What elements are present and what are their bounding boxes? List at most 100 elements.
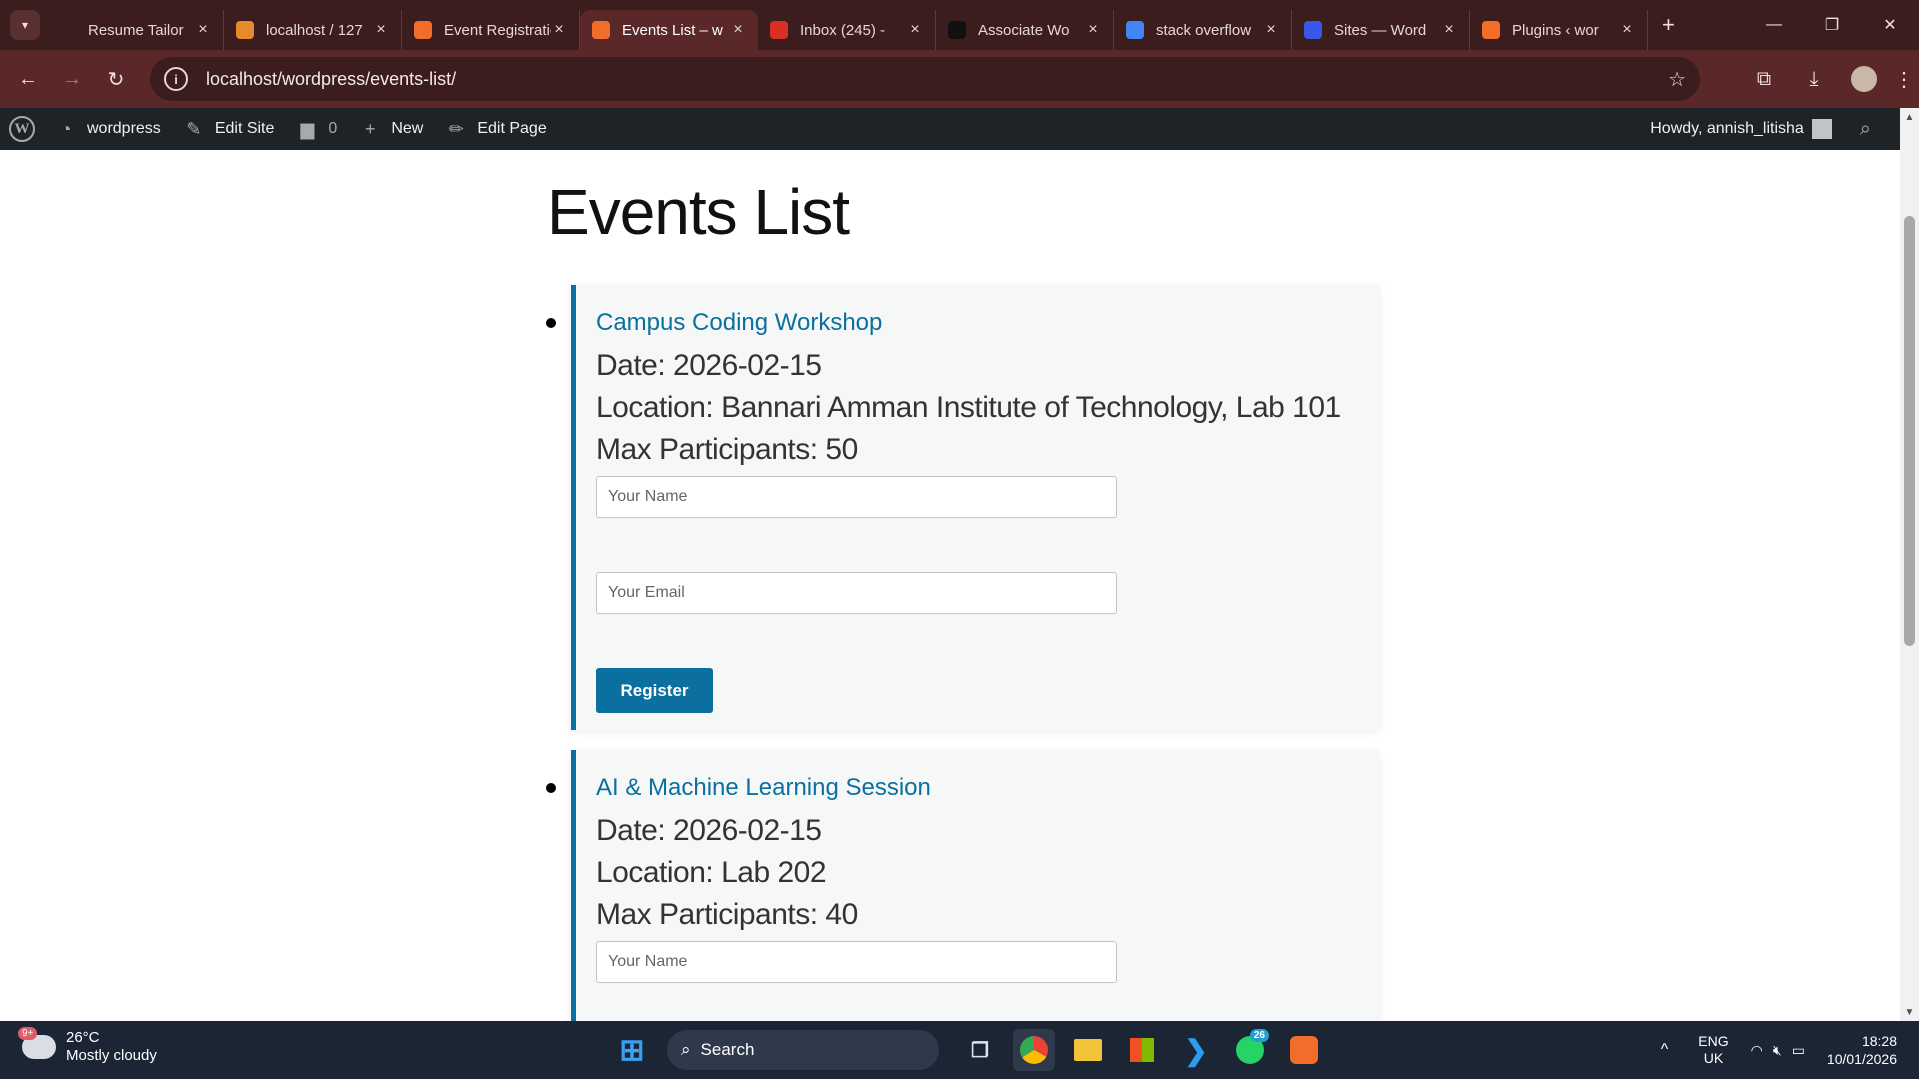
task-view-icon[interactable]: ❐ <box>959 1029 1001 1071</box>
windows-start-icon[interactable]: ⊞ <box>611 1029 653 1071</box>
email-input[interactable] <box>596 572 1117 614</box>
clock[interactable]: 18:28 10/01/2026 <box>1827 1032 1897 1068</box>
menu-icon[interactable]: ⋮ <box>1889 67 1919 92</box>
browser-tab[interactable]: Inbox (245) - × <box>758 10 936 50</box>
close-tab-icon[interactable]: × <box>730 21 746 39</box>
bookmark-star-icon[interactable]: ☆ <box>1668 67 1686 92</box>
new-tab-button[interactable]: + <box>1662 12 1675 38</box>
xampp-icon <box>414 21 432 39</box>
event-max-participants: Max Participants: 50 <box>596 433 858 466</box>
close-tab-icon[interactable]: × <box>195 21 211 39</box>
user-avatar[interactable] <box>1811 119 1832 139</box>
pencil-icon: ✏ <box>448 118 464 139</box>
google-icon <box>1126 21 1144 39</box>
close-tab-icon[interactable]: × <box>1619 21 1635 39</box>
event-card: AI & Machine Learning Session Date: 2026… <box>571 750 1379 1021</box>
clock-time: 18:28 <box>1861 1033 1897 1049</box>
site-info-icon[interactable]: i <box>164 67 188 91</box>
scroll-thumb[interactable] <box>1904 216 1915 646</box>
browser-tab[interactable]: Plugins ‹ wor × <box>1470 10 1648 50</box>
weather-desc: Mostly cloudy <box>66 1047 157 1064</box>
comment-icon: ▆ <box>300 118 315 139</box>
search-icon: ⌕ <box>681 1040 691 1059</box>
list-bullet <box>546 318 556 328</box>
new-label: New <box>391 120 424 137</box>
rt-icon <box>948 21 966 39</box>
browser-tab[interactable]: localhost / 127 × <box>224 10 402 50</box>
browser-tab[interactable]: Event Registration× <box>402 10 580 50</box>
chrome-icon[interactable] <box>1013 1029 1055 1071</box>
xampp-icon <box>592 21 610 39</box>
howdy-user-link[interactable]: Howdy, annish_litisha <box>1650 120 1804 138</box>
site-name-link[interactable]: ◔ wordpress <box>55 118 161 140</box>
forward-button[interactable]: → <box>50 57 94 101</box>
event-max-participants: Max Participants: 40 <box>596 898 858 931</box>
taskbar-search[interactable]: ⌕ Search <box>667 1030 939 1070</box>
wifi-icon[interactable]: ◠ <box>1751 1042 1763 1059</box>
toolbar-actions: ⧉ ⤓ ⋮ <box>1739 50 1919 108</box>
browser-toolbar: ← → ↻ i localhost/wordpress/events-list/… <box>0 50 1919 108</box>
name-input[interactable] <box>596 941 1117 983</box>
vscode-icon[interactable]: ❯ <box>1175 1029 1217 1071</box>
close-tab-icon[interactable]: × <box>1085 21 1101 39</box>
chevron-up-icon[interactable]: ^ <box>1661 1041 1669 1059</box>
close-tab-icon[interactable]: × <box>1263 21 1279 39</box>
wordpress-logo-icon[interactable]: W <box>9 116 35 142</box>
wp-admin-bar: W ◔ wordpress ✎ Edit Site ▆ 0 + New ✏ Ed… <box>0 108 1919 150</box>
xampp-icon <box>1482 21 1500 39</box>
browser-tab[interactable]: Events List – w × <box>580 10 758 50</box>
profile-avatar[interactable] <box>1851 66 1877 92</box>
tab-search-button[interactable]: ▾ <box>10 10 40 40</box>
dashboard-icon: ◔ <box>60 118 72 139</box>
browser-tab[interactable]: Sites — Word × <box>1292 10 1470 50</box>
close-tab-icon[interactable]: × <box>1441 21 1457 39</box>
tab-title: Plugins ‹ wor <box>1512 21 1599 39</box>
phpmyadmin-icon <box>236 21 254 39</box>
close-window-button[interactable]: ✕ <box>1861 0 1919 50</box>
name-input[interactable] <box>596 476 1117 518</box>
register-button[interactable]: Register <box>596 668 713 713</box>
event-location: Location: Lab 202 <box>596 856 827 889</box>
weather-widget[interactable]: 9+ 26°C Mostly cloudy <box>18 1027 157 1065</box>
browser-tab[interactable]: Associate Wo × <box>936 10 1114 50</box>
new-content-link[interactable]: + New <box>359 118 423 140</box>
browser-tab[interactable]: Resume Tailor × <box>46 10 224 50</box>
edit-page-link[interactable]: ✏ Edit Page <box>445 118 547 140</box>
back-button[interactable]: ← <box>6 57 50 101</box>
cloud-icon: 9+ <box>18 1027 56 1059</box>
list-bullet <box>546 783 556 793</box>
language-indicator[interactable]: ENG UK <box>1698 1033 1728 1067</box>
restore-button[interactable]: ❐ <box>1803 0 1861 50</box>
scroll-down-arrow-icon[interactable]: ▼ <box>1900 1003 1919 1021</box>
browser-tab[interactable]: stack overflow × <box>1114 10 1292 50</box>
tab-title: localhost / 127 <box>266 21 363 39</box>
extensions-icon[interactable]: ⧉ <box>1739 68 1789 91</box>
comments-count: 0 <box>328 120 338 137</box>
openai-icon <box>58 21 76 39</box>
microsoft-store-icon[interactable] <box>1121 1029 1163 1071</box>
xampp-icon[interactable] <box>1283 1029 1325 1071</box>
tab-title: Resume Tailor <box>88 21 184 39</box>
event-title-link[interactable]: Campus Coding Workshop <box>596 309 1379 337</box>
close-tab-icon[interactable]: × <box>373 21 389 39</box>
file-explorer-icon[interactable] <box>1067 1029 1109 1071</box>
plus-icon: + <box>365 118 376 139</box>
battery-icon[interactable]: ▭ <box>1792 1042 1805 1059</box>
search-icon[interactable]: ⌕ <box>1860 118 1871 141</box>
reload-button[interactable]: ↻ <box>94 57 138 101</box>
page-title: Events List <box>547 176 850 248</box>
edit-site-link[interactable]: ✎ Edit Site <box>183 118 274 140</box>
address-bar[interactable]: i localhost/wordpress/events-list/ ☆ <box>150 57 1700 101</box>
downloads-icon[interactable]: ⤓ <box>1789 68 1839 91</box>
search-label: Search <box>700 1040 755 1059</box>
close-tab-icon[interactable]: × <box>907 21 923 39</box>
minimize-button[interactable]: — <box>1745 0 1803 50</box>
page-scrollbar[interactable]: ▲ ▼ <box>1900 108 1919 1021</box>
whatsapp-icon[interactable]: 26 <box>1229 1029 1271 1071</box>
event-card: Campus Coding Workshop Date: 2026-02-15 … <box>571 285 1379 730</box>
close-tab-icon[interactable]: × <box>551 21 567 39</box>
event-title-link[interactable]: AI & Machine Learning Session <box>596 774 1379 802</box>
comments-link[interactable]: ▆ 0 <box>296 118 337 140</box>
volume-muted-icon[interactable]: 🔇︎ <box>1773 1042 1782 1059</box>
scroll-up-arrow-icon[interactable]: ▲ <box>1900 108 1919 126</box>
